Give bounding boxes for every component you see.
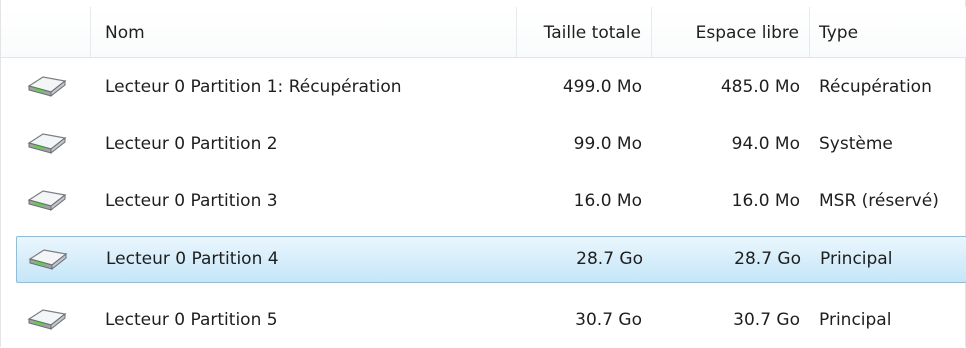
table-row[interactable]: Lecteur 0 Partition 3 16.0 Mo 16.0 Mo MS… <box>1 173 966 229</box>
table-row[interactable]: Lecteur 0 Partition 5 30.7 Go 30.7 Go Pr… <box>1 292 966 348</box>
column-header-total-size[interactable]: Taille totale <box>517 7 652 57</box>
partition-name: Lecteur 0 Partition 2 <box>105 134 278 154</box>
partition-total-size: 28.7 Go <box>576 249 643 269</box>
partition-type: MSR (réservé) <box>819 191 939 211</box>
partition-total-size: 30.7 Go <box>575 310 642 330</box>
column-header-icon[interactable] <box>1 7 91 57</box>
hard-drive-icon <box>25 59 75 115</box>
partition-name: Lecteur 0 Partition 4 <box>106 249 279 269</box>
partition-free-space: 94.0 Mo <box>731 134 800 154</box>
partition-name: Lecteur 0 Partition 5 <box>105 310 278 330</box>
partition-total-size: 16.0 Mo <box>573 191 642 211</box>
partition-type: Récupération <box>819 77 932 97</box>
hard-drive-icon <box>25 292 75 348</box>
column-header-free-space[interactable]: Espace libre <box>652 7 810 57</box>
partition-type: Système <box>819 134 893 154</box>
partition-free-space: 485.0 Mo <box>720 77 800 97</box>
hard-drive-icon <box>25 116 75 172</box>
table-row[interactable]: Lecteur 0 Partition 2 99.0 Mo 94.0 Mo Sy… <box>1 116 966 172</box>
partition-name: Lecteur 0 Partition 3 <box>105 191 278 211</box>
partition-free-space: 28.7 Go <box>734 249 801 269</box>
partition-list: Nom Taille totale Espace libre Type Lect… <box>0 0 966 347</box>
partition-total-size: 99.0 Mo <box>573 134 642 154</box>
partition-free-space: 30.7 Go <box>733 310 800 330</box>
partition-name: Lecteur 0 Partition 1: Récupération <box>105 77 402 97</box>
table-row-selected[interactable]: Lecteur 0 Partition 4 28.7 Go 28.7 Go Pr… <box>16 236 966 283</box>
hard-drive-icon <box>25 173 75 229</box>
column-header-type[interactable]: Type <box>810 7 966 57</box>
partition-type: Principal <box>820 249 893 269</box>
hard-drive-icon <box>26 237 76 282</box>
column-header-name[interactable]: Nom <box>91 7 517 57</box>
column-header-bar: Nom Taille totale Espace libre Type <box>1 7 966 58</box>
partition-total-size: 499.0 Mo <box>562 77 642 97</box>
partition-free-space: 16.0 Mo <box>731 191 800 211</box>
table-row[interactable]: Lecteur 0 Partition 1: Récupération 499.… <box>1 59 966 115</box>
partition-type: Principal <box>819 310 892 330</box>
